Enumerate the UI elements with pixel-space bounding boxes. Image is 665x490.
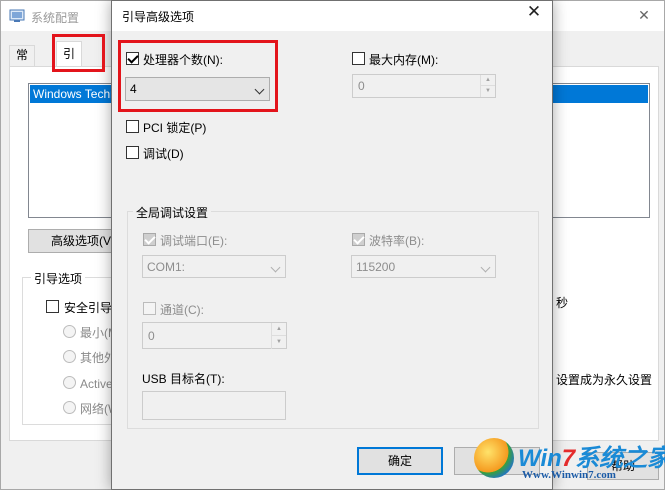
baud-rate-value: 115200: [356, 260, 396, 274]
usb-target-input[interactable]: [142, 391, 286, 420]
baud-rate-checkbox[interactable]: [352, 233, 365, 246]
boot-options-group-title: 引导选项: [31, 270, 86, 287]
tab-boot[interactable]: 引导: [56, 41, 83, 85]
debug-port-checkbox[interactable]: [143, 233, 156, 246]
global-debug-group-title: 全局调试设置: [133, 204, 212, 221]
num-processors-checkbox[interactable]: [126, 52, 139, 65]
pci-lock-checkbox[interactable]: [126, 120, 139, 133]
dialog-title: 引导高级选项: [122, 10, 195, 24]
safe-boot-checkbox[interactable]: [46, 300, 59, 313]
radio-minimal-label: 最小(M): [80, 326, 114, 340]
debug-checkbox[interactable]: [126, 146, 139, 159]
baud-rate-select[interactable]: 115200: [351, 255, 496, 278]
dialog-close-icon[interactable]: ✕: [516, 1, 552, 25]
num-processors-value: 4: [130, 82, 137, 96]
timeout-unit-label: 秒: [556, 296, 569, 310]
baud-rate-label: 波特率(B):: [369, 234, 425, 248]
radio-active-directory-label: Active Directory 修复(P): [80, 377, 114, 391]
debug-label: 调试(D): [143, 147, 184, 161]
radio-network-label: 网络(W): [80, 402, 114, 416]
tab-general[interactable]: 常规: [9, 45, 36, 81]
dialog-titlebar: 引导高级选项 ✕: [112, 1, 552, 31]
system-config-title: 系统配置: [31, 11, 80, 25]
debug-port-label: 调试端口(E):: [160, 234, 228, 248]
boot-advanced-options-dialog: 引导高级选项 ✕ 处理器个数(N): 4 最大内存(M): 0 ▲ ▼ PCI …: [111, 0, 553, 490]
system-config-close-icon[interactable]: ✕: [631, 4, 657, 26]
radio-active-directory[interactable]: [63, 376, 76, 389]
max-memory-label: 最大内存(M):: [369, 53, 439, 67]
spin-down-icon[interactable]: ▼: [480, 86, 495, 97]
channel-checkbox[interactable]: [143, 302, 156, 315]
chevron-down-icon: [254, 84, 265, 95]
num-processors-label: 处理器个数(N):: [143, 53, 223, 67]
safe-boot-label: 安全引导(F): [64, 301, 114, 315]
watermark-logo: Win7系统之家 Www.Winwin7.com: [470, 432, 665, 490]
max-memory-value: 0: [358, 79, 365, 93]
pci-lock-label: PCI 锁定(P): [143, 121, 207, 135]
channel-label: 通道(C):: [160, 303, 204, 317]
debug-port-value: COM1:: [147, 260, 186, 274]
spin-up-icon[interactable]: ▲: [480, 75, 495, 86]
make-permanent-label: 设置成为永久设置: [556, 373, 653, 387]
spin-down-icon[interactable]: ▼: [271, 336, 286, 349]
chevron-down-icon: [480, 262, 491, 273]
usb-target-label: USB 目标名(T):: [142, 372, 225, 386]
watermark-url: Www.Winwin7.com: [522, 469, 616, 481]
system-config-app-icon: [9, 9, 25, 22]
radio-alternate-shell-label: 其他外壳(L): [80, 351, 114, 365]
spin-up-icon[interactable]: ▲: [271, 323, 286, 336]
radio-network[interactable]: [63, 401, 76, 414]
channel-value: 0: [148, 329, 155, 343]
num-processors-select[interactable]: 4: [125, 77, 270, 101]
radio-alternate-shell[interactable]: [63, 350, 76, 363]
dialog-body: 处理器个数(N): 4 最大内存(M): 0 ▲ ▼ PCI 锁定(P) 调试(…: [112, 31, 552, 489]
chevron-down-icon: [270, 262, 281, 273]
channel-spinner[interactable]: 0 ▲ ▼: [142, 322, 287, 349]
globe-icon: [474, 438, 514, 478]
watermark-name: Win7系统之家: [518, 445, 665, 472]
max-memory-spinner[interactable]: 0 ▲ ▼: [352, 74, 496, 98]
debug-port-select[interactable]: COM1:: [142, 255, 286, 278]
max-memory-checkbox[interactable]: [352, 52, 365, 65]
radio-minimal[interactable]: [63, 325, 76, 338]
ok-button[interactable]: 确定: [357, 447, 443, 475]
